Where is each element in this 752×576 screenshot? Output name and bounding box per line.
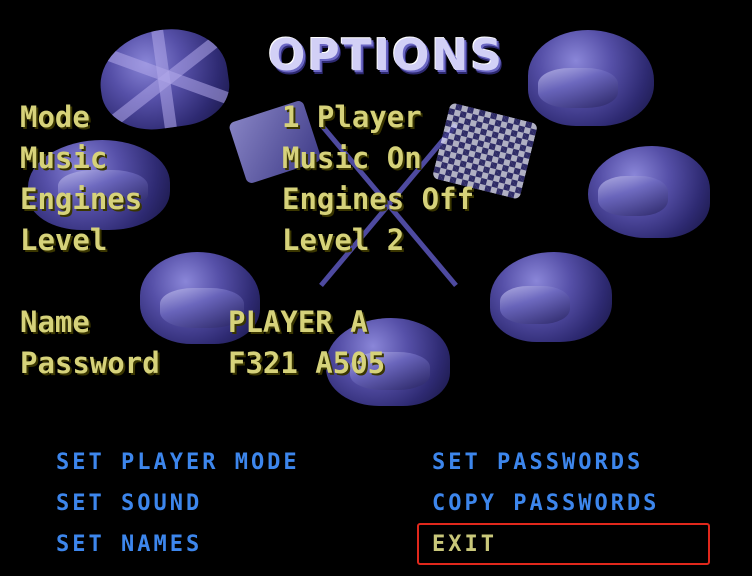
selection-cursor xyxy=(417,523,710,565)
engines-value: Engines Off xyxy=(282,182,475,216)
level-value: Level 2 xyxy=(282,223,405,257)
set-player-mode-button[interactable]: SET PLAYER MODE xyxy=(56,450,300,475)
name-label: Name xyxy=(20,305,90,339)
password-label: Password xyxy=(20,346,160,380)
helmet-australia-icon xyxy=(490,252,612,342)
helmet-top-right-icon xyxy=(528,30,654,126)
level-label: Level xyxy=(20,223,108,257)
options-screen: OPTIONS Mode 1 Player Music Music On Eng… xyxy=(0,0,752,576)
mode-label: Mode xyxy=(20,100,90,134)
music-label: Music xyxy=(20,141,108,175)
music-value: Music On xyxy=(282,141,422,175)
mode-value: 1 Player xyxy=(282,100,422,134)
helmet-union-jack-icon xyxy=(93,21,235,137)
copy-passwords-button[interactable]: COPY PASSWORDS xyxy=(432,491,659,516)
name-value: PLAYER A xyxy=(228,305,368,339)
password-value: F321 A505 xyxy=(228,346,386,380)
set-passwords-button[interactable]: SET PASSWORDS xyxy=(432,450,643,475)
page-title: OPTIONS xyxy=(268,30,504,81)
helmet-right-icon xyxy=(588,146,710,238)
engines-label: Engines xyxy=(20,182,143,216)
set-names-button[interactable]: SET NAMES xyxy=(56,532,202,557)
set-sound-button[interactable]: SET SOUND xyxy=(56,491,202,516)
